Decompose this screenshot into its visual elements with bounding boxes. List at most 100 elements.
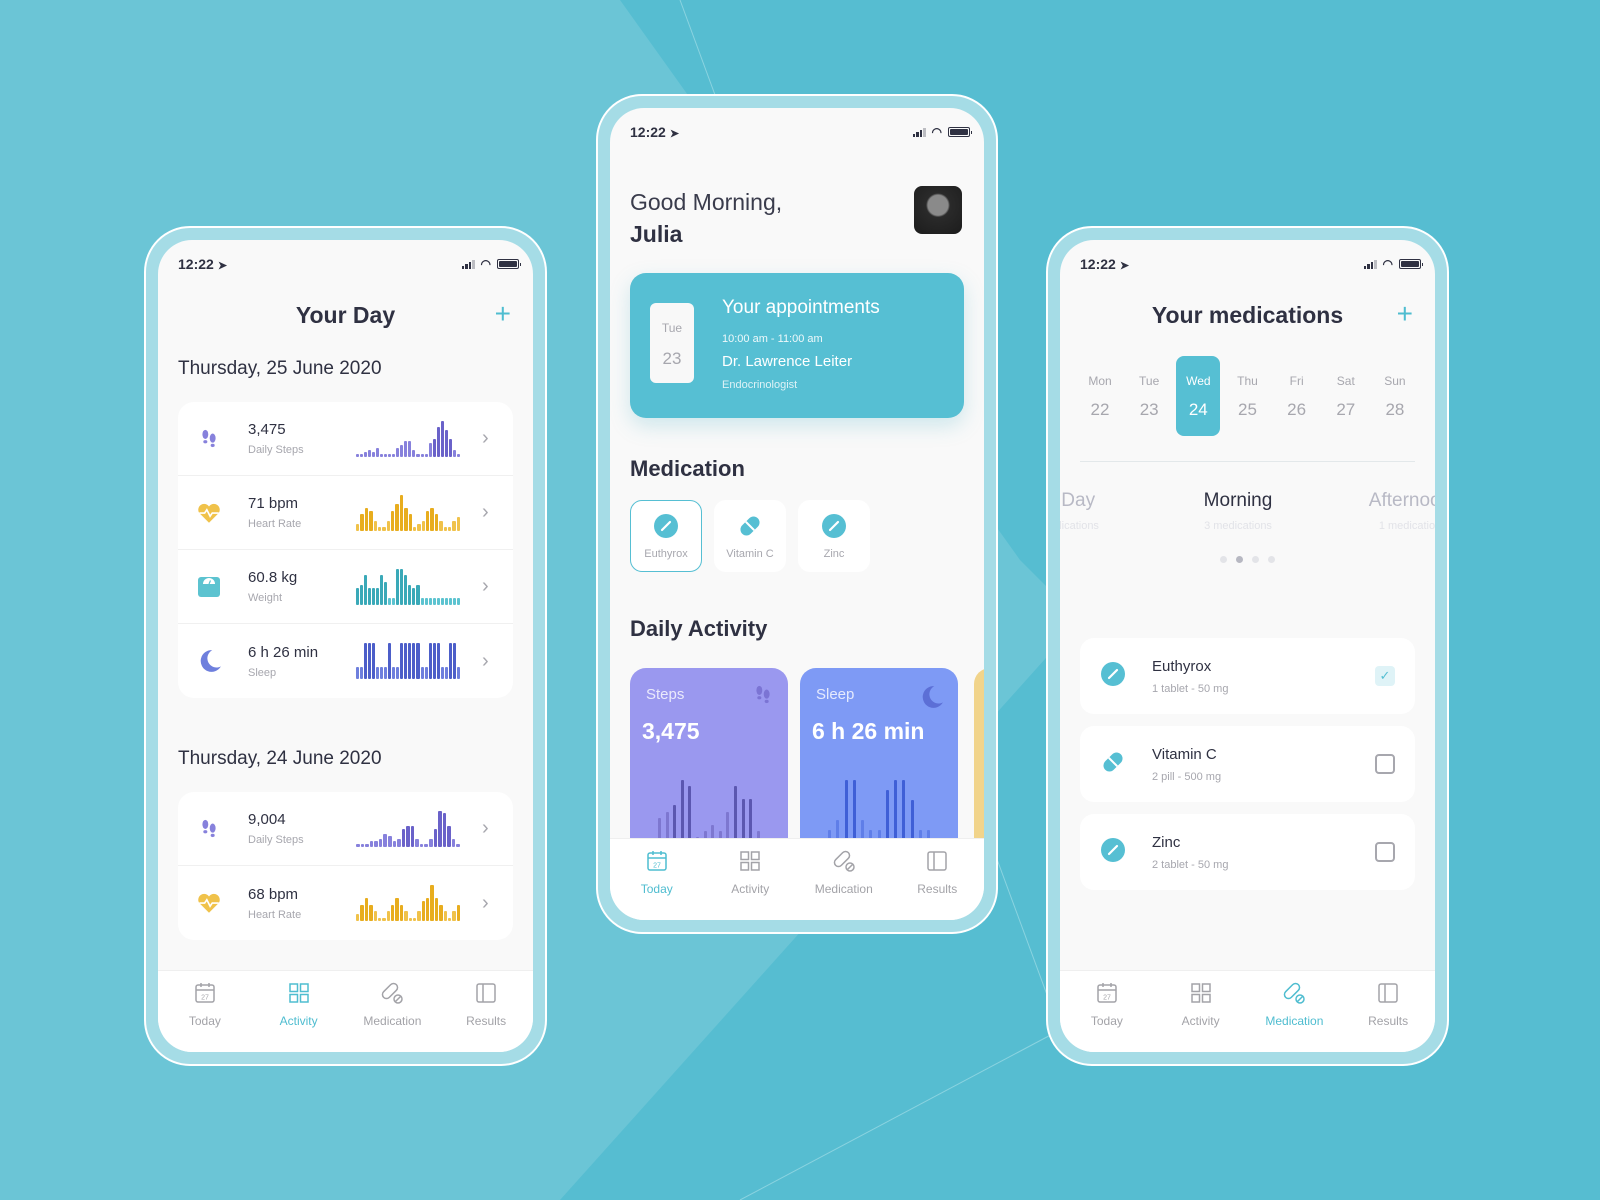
metric-row-heart[interactable]: 71 bpm Heart Rate › (178, 476, 513, 550)
spark-bar (360, 514, 364, 531)
tab-bar: 27 Today Activity Medication Results (1060, 970, 1435, 1052)
medication-chip[interactable]: Zinc (798, 500, 870, 572)
metric-row-heart[interactable]: 68 bpm Heart Rate › (178, 866, 513, 940)
activity-card-sleep[interactable]: Sleep 6 h 26 min (800, 668, 958, 858)
medication-dose: 1 tablet - 50 mg (1152, 682, 1229, 695)
tab-results[interactable]: Results (1341, 971, 1435, 1052)
add-button[interactable]: + (495, 300, 511, 328)
metric-row-steps[interactable]: 9,004 Daily Steps › (178, 792, 513, 866)
spark-bar (364, 452, 368, 457)
footsteps-icon (196, 426, 222, 452)
page-dot[interactable] (1236, 556, 1243, 563)
taken-checkbox[interactable]: ✓ (1375, 666, 1395, 686)
medication-row[interactable]: Euthyrox 1 tablet - 50 mg ✓ (1080, 638, 1415, 714)
medication-dose: 2 pill - 500 mg (1152, 770, 1222, 783)
add-medication-button[interactable]: + (1397, 300, 1413, 328)
medication-chip[interactable]: Euthyrox (630, 500, 702, 572)
activity-card-partial[interactable] (974, 668, 984, 858)
tab-activity[interactable]: Activity (1154, 971, 1248, 1052)
spark-bar (442, 813, 447, 847)
activity-value: 3,475 (642, 718, 700, 744)
chevron-right-icon[interactable]: › (482, 427, 489, 450)
day-mon[interactable]: Mon 22 (1078, 356, 1122, 436)
metric-row-steps[interactable]: 3,475 Daily Steps › (178, 402, 513, 476)
chevron-right-icon[interactable]: › (482, 892, 489, 915)
metric-row-weight[interactable]: 60.8 kg Weight › (178, 550, 513, 624)
spark-bar (392, 667, 396, 679)
avatar[interactable] (914, 186, 962, 234)
tab-activity[interactable]: Activity (704, 839, 798, 920)
spark-bar (434, 898, 439, 921)
chevron-right-icon[interactable]: › (482, 501, 489, 524)
day-number: 27 (1336, 400, 1356, 419)
period-afternoon[interactable]: Afternoon 1 medication (1335, 490, 1435, 532)
period-carousel[interactable]: All Day 3 medications Morning 3 medications… (1060, 490, 1435, 550)
footsteps-icon (196, 816, 222, 842)
tab-medication[interactable]: Medication (346, 971, 440, 1052)
spark-bar (384, 453, 388, 457)
spark-bar (356, 667, 360, 679)
medication-chip-label: Euthyrox (644, 547, 688, 560)
page-dot[interactable] (1268, 556, 1275, 563)
spark-bar (412, 449, 416, 457)
grid-icon (738, 849, 762, 882)
day-wed[interactable]: Wed 24 (1176, 356, 1221, 436)
user-name: Julia (630, 221, 683, 247)
day-sat[interactable]: Sat 27 (1324, 356, 1368, 436)
appointment-time: 10:00 am - 11:00 am (722, 333, 823, 345)
tab-today[interactable]: 27 Today (158, 971, 252, 1052)
tab-today[interactable]: 27 Today (1060, 971, 1154, 1052)
tab-results[interactable]: Results (439, 971, 533, 1052)
spark-bar (373, 911, 377, 921)
day-fri[interactable]: Fri 26 (1275, 356, 1319, 436)
activity-card-steps[interactable]: Steps 3,475 (630, 668, 788, 858)
spark-bar (364, 643, 368, 679)
spark-bar (417, 911, 421, 921)
spark-bar (360, 453, 364, 457)
metric-value: 3,475 (248, 421, 286, 438)
spark-bar (391, 510, 395, 531)
tab-medication[interactable]: Medication (1248, 971, 1342, 1052)
status-bar: 12:22 ➤ ◠ (630, 122, 972, 142)
taken-checkbox[interactable] (1375, 842, 1395, 862)
medication-chip[interactable]: Vitamin C (714, 500, 786, 572)
metric-label: Heart Rate (248, 908, 302, 921)
wifi-icon: ◠ (1382, 257, 1393, 271)
tab-activity[interactable]: Activity (252, 971, 346, 1052)
spark-bar (376, 588, 380, 605)
day-sun[interactable]: Sun 28 (1373, 356, 1417, 436)
metric-label: Sleep (248, 666, 277, 679)
page-dot[interactable] (1220, 556, 1227, 563)
sparkline-chart (356, 885, 460, 921)
location-icon: ➤ (1119, 260, 1130, 272)
day-thu[interactable]: Thu 25 (1225, 356, 1269, 436)
spark-bar (452, 643, 456, 679)
tab-today[interactable]: 27 Today (610, 839, 704, 920)
tab-medication[interactable]: Medication (797, 839, 891, 920)
pill-icon (832, 849, 856, 882)
period-all-day[interactable]: All Day 3 medications (1060, 490, 1140, 532)
medication-chips: Euthyrox Vitamin C Zinc (630, 500, 870, 572)
medication-row[interactable]: Zinc 2 tablet - 50 mg (1080, 814, 1415, 890)
metric-row-sleep[interactable]: 6 h 26 min Sleep › (178, 624, 513, 698)
medication-row[interactable]: Vitamin C 2 pill - 500 mg (1080, 726, 1415, 802)
tab-results[interactable]: Results (891, 839, 985, 920)
spark-bar (428, 443, 432, 457)
activity-label: Sleep (816, 686, 855, 703)
spark-bar (456, 597, 460, 605)
spark-bar (378, 838, 383, 847)
spark-bar (388, 643, 392, 679)
spark-bar (452, 449, 456, 457)
period-count: 3 medications (1204, 520, 1272, 532)
appointment-date: Tue 23 (650, 303, 694, 383)
spark-bar (424, 667, 428, 679)
chevron-right-icon[interactable]: › (482, 650, 489, 673)
metrics-card: 9,004 Daily Steps › 68 bpm Heart Rate › (178, 792, 513, 940)
day-tue[interactable]: Tue 23 (1127, 356, 1171, 436)
taken-checkbox[interactable] (1375, 754, 1395, 774)
appointment-card[interactable]: Tue 23 Your appointments 10:00 am - 11:0… (630, 273, 964, 418)
chevron-right-icon[interactable]: › (482, 575, 489, 598)
period-morning[interactable]: Morning 3 medications (1163, 490, 1313, 532)
chevron-right-icon[interactable]: › (482, 817, 489, 840)
page-dot[interactable] (1252, 556, 1259, 563)
